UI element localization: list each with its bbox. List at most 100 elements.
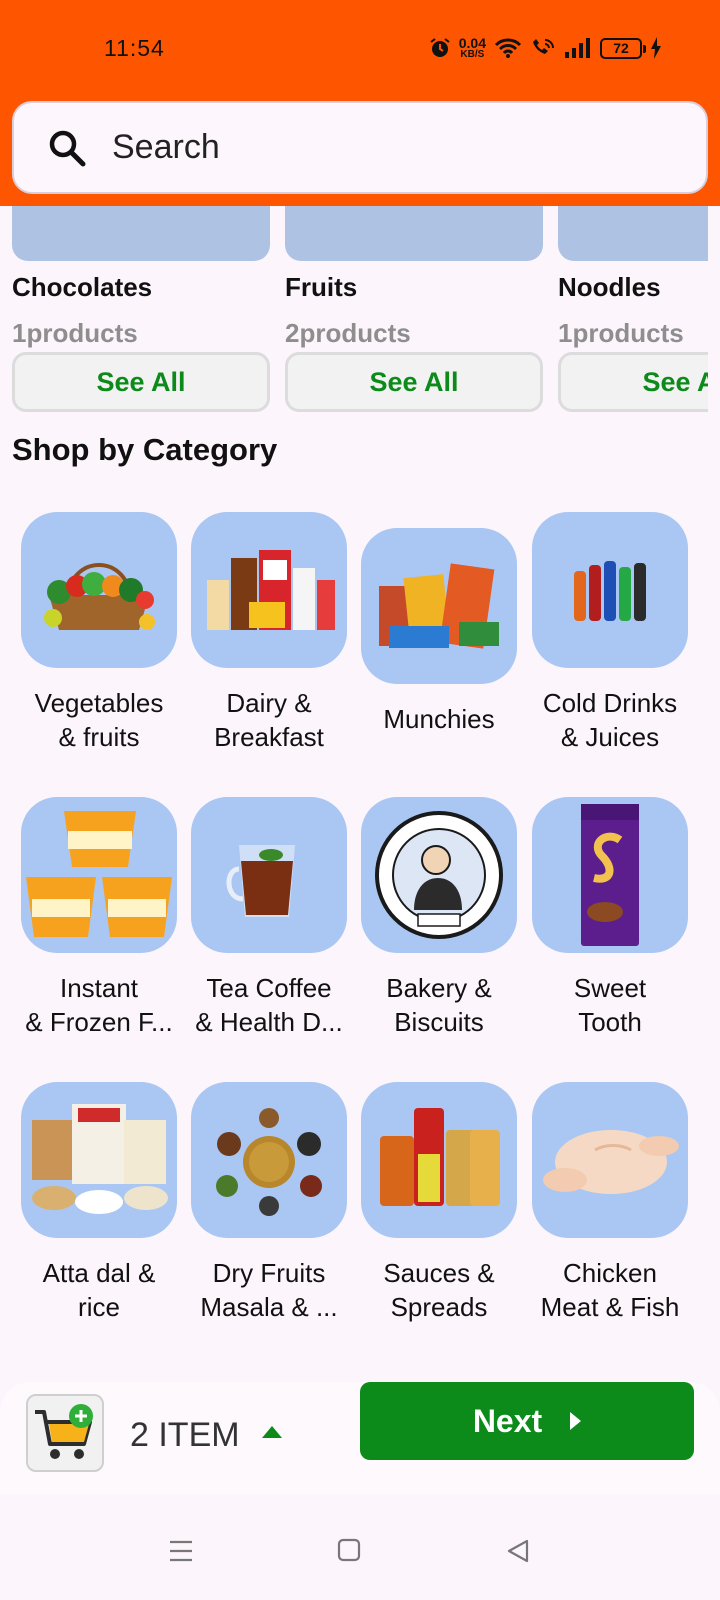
app-screen: 11:54 0.04 KB/S 72 Search Chocolates 1pr… <box>0 0 720 1600</box>
category-label-line1: Vegetables <box>34 688 164 718</box>
category-atta-dal-rice[interactable]: Atta dal & rice <box>14 1082 184 1324</box>
wifi-call-icon <box>533 39 554 54</box>
category-label: Chicken Meat & Fish <box>525 1256 695 1324</box>
signal-icon <box>565 38 590 58</box>
category-label-line2: & Frozen F... <box>25 1007 173 1037</box>
category-label: Dairy & Breakfast <box>184 686 354 754</box>
chocolate-bar-icon <box>581 804 639 946</box>
cart-item-count[interactable]: 2 ITEM <box>130 1416 240 1455</box>
category-chicken-meat-fish[interactable]: Chicken Meat & Fish <box>525 1082 695 1324</box>
cart-bar: 2 ITEM Next <box>0 1382 720 1494</box>
category-image <box>21 797 177 953</box>
category-instant-frozen[interactable]: Instant & Frozen F... <box>14 797 184 1039</box>
search-input[interactable] <box>112 128 632 167</box>
wifi-icon <box>494 38 522 58</box>
featured-name: Noodles <box>558 272 661 302</box>
category-label-line1: Cold Drinks <box>542 688 678 718</box>
menu-icon[interactable] <box>168 1538 194 1564</box>
category-cold-drinks[interactable]: Cold Drinks & Juices <box>525 512 695 754</box>
category-label-line1: Sweet <box>573 973 647 1003</box>
featured-image <box>558 206 708 261</box>
app-header: 11:54 0.04 KB/S 72 Search <box>0 0 720 206</box>
category-label: Dry Fruits Masala & ... <box>184 1256 354 1324</box>
spices-icon <box>216 1108 322 1216</box>
category-image <box>361 528 517 684</box>
featured-card[interactable]: Chocolates 1products See All <box>12 206 270 412</box>
category-sauces-spreads[interactable]: Sauces & Spreads <box>354 1082 524 1324</box>
category-label-line2: Breakfast <box>214 722 324 752</box>
category-label-line1: Bakery & <box>386 973 492 1003</box>
see-all-button[interactable]: See All <box>558 352 708 412</box>
net-speed-value: 0.04 <box>458 35 486 51</box>
category-label: Cold Drinks & Juices <box>525 686 695 754</box>
featured-name: Fruits <box>285 272 358 302</box>
category-label: Bakery & Biscuits <box>354 971 524 1039</box>
category-munchies[interactable]: Munchies <box>354 528 524 736</box>
charging-icon <box>651 37 661 59</box>
category-label-line1: Sauces & <box>383 1258 495 1288</box>
category-bakery-biscuits[interactable]: Bakery & Biscuits <box>354 797 524 1039</box>
featured-card[interactable]: Fruits 2products See All <box>285 206 543 412</box>
category-image <box>21 512 177 668</box>
category-image <box>361 797 517 953</box>
raw-chicken-icon <box>543 1130 679 1194</box>
category-label-line1: Atta dal & <box>42 1258 156 1288</box>
category-dry-fruits-masala[interactable]: Dry Fruits Masala & ... <box>184 1082 354 1324</box>
category-dairy-breakfast[interactable]: Dairy & Breakfast <box>184 512 354 754</box>
category-label-line2: & Health D... <box>195 1007 343 1037</box>
category-image <box>532 512 688 668</box>
category-image <box>191 512 347 668</box>
category-image <box>532 1082 688 1238</box>
featured-count: 1products <box>12 318 138 348</box>
category-vegetables-fruits[interactable]: Vegetables & fruits <box>14 512 184 754</box>
category-label-line1: Chicken <box>563 1258 657 1288</box>
category-tea-coffee[interactable]: Tea Coffee & Health D... <box>184 797 354 1039</box>
see-all-button[interactable]: See All <box>285 352 543 412</box>
snacks-icon <box>379 563 499 649</box>
play-arrow-icon <box>570 1412 582 1430</box>
battery-level: 72 <box>613 40 629 56</box>
instant-noodle-cups-icon <box>26 811 172 937</box>
category-label-line2: Meat & Fish <box>540 1292 680 1322</box>
category-label-line2: & Juices <box>560 722 660 752</box>
featured-count: 2products <box>285 318 411 348</box>
search-bar[interactable] <box>12 101 708 194</box>
net-speed: 0.04 KB/S <box>459 36 486 60</box>
category-label: Vegetables & fruits <box>14 686 184 754</box>
category-label-line1: Dairy & <box>226 688 312 718</box>
category-sweet-tooth[interactable]: Sweet Tooth <box>525 797 695 1039</box>
category-label: Sauces & Spreads <box>354 1256 524 1324</box>
category-image <box>21 1082 177 1238</box>
category-label: Sweet Tooth <box>525 971 695 1039</box>
featured-categories: Chocolates 1products See All Fruits 2pro… <box>0 206 708 416</box>
category-label-line2: & fruits <box>58 722 140 752</box>
see-all-button[interactable]: See All <box>12 352 270 412</box>
status-icons: 0.04 KB/S 72 <box>429 34 662 62</box>
category-label-line2: Masala & ... <box>200 1292 338 1322</box>
category-label: Tea Coffee & Health D... <box>184 971 354 1039</box>
category-image <box>532 797 688 953</box>
next-button[interactable]: Next <box>360 1382 694 1460</box>
category-label-line2: Spreads <box>390 1292 488 1322</box>
system-nav-bar <box>0 1500 720 1600</box>
category-image <box>191 797 347 953</box>
atta-bags-icon <box>32 1104 168 1214</box>
cart-button[interactable] <box>26 1394 104 1472</box>
next-label: Next <box>472 1402 543 1439</box>
category-label-line2: Biscuits <box>394 1007 484 1037</box>
category-label-line1: Munchies <box>383 704 495 734</box>
dairy-products-icon <box>207 550 335 630</box>
sauce-jars-icon <box>380 1108 500 1206</box>
featured-name: Chocolates <box>12 272 153 302</box>
back-triangle-icon[interactable] <box>505 1538 531 1564</box>
home-square-icon[interactable] <box>337 1538 361 1562</box>
category-image <box>361 1082 517 1238</box>
category-image <box>191 1082 347 1238</box>
status-bar: 11:54 0.04 KB/S 72 <box>0 0 720 96</box>
category-label-line1: Dry Fruits <box>212 1258 326 1288</box>
featured-image <box>12 206 270 261</box>
alarm-icon <box>430 38 450 57</box>
section-title: Shop by Category <box>12 432 278 467</box>
caret-up-icon[interactable] <box>262 1426 282 1438</box>
featured-card[interactable]: Noodles 1products See All <box>558 206 708 412</box>
